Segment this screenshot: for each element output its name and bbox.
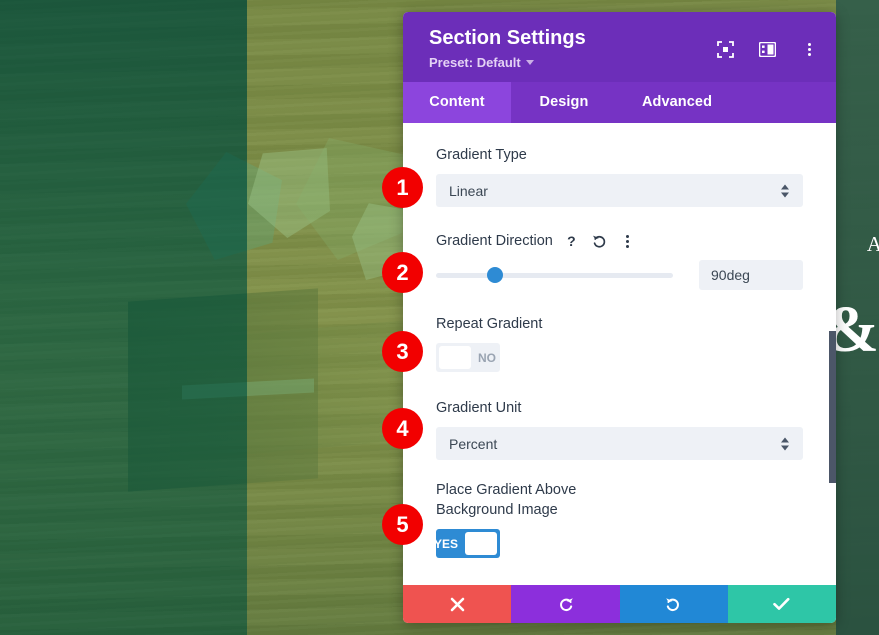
- field-gradient-direction: Gradient Direction ? 90deg: [436, 231, 803, 290]
- gradient-overlay-left: [0, 0, 247, 635]
- focus-target-icon[interactable]: [716, 40, 734, 58]
- modal-footer: [403, 585, 836, 623]
- gradient-type-select[interactable]: Linear: [436, 174, 803, 207]
- gradient-unit-label: Gradient Unit: [436, 400, 522, 416]
- gradient-unit-value: Percent: [449, 435, 498, 452]
- field-gradient-unit: Gradient Unit Percent: [436, 398, 803, 460]
- tab-advanced[interactable]: Advanced: [617, 82, 737, 123]
- preset-selector[interactable]: Preset: Default: [429, 55, 534, 70]
- field-place-gradient-above: Place Gradient Above Background Image YE…: [434, 480, 803, 558]
- background-right-panel: [836, 0, 879, 635]
- step-badge-1: 1: [382, 167, 423, 208]
- gradient-unit-select[interactable]: Percent: [436, 427, 803, 460]
- gradient-type-label: Gradient Type: [436, 147, 527, 163]
- place-gradient-above-state: YES: [433, 536, 458, 551]
- preset-label: Preset: Default: [429, 55, 521, 70]
- more-options-icon[interactable]: [800, 40, 818, 58]
- redo-button[interactable]: [619, 585, 728, 623]
- undo-icon: [557, 596, 574, 613]
- scrollbar-thumb[interactable]: [829, 331, 836, 483]
- toggle-knob: [465, 532, 497, 555]
- gradient-direction-input[interactable]: 90deg: [699, 260, 803, 290]
- repeat-gradient-label: Repeat Gradient: [436, 316, 543, 332]
- undo-button[interactable]: [511, 585, 620, 623]
- field-repeat-gradient: Repeat Gradient NO: [436, 314, 803, 374]
- field-gradient-type: Gradient Type Linear: [436, 145, 803, 207]
- tab-content[interactable]: Content: [403, 82, 511, 123]
- select-arrows-icon: [781, 184, 789, 197]
- more-options-icon[interactable]: [618, 232, 637, 251]
- step-badge-3: 3: [382, 331, 423, 372]
- reset-icon[interactable]: [590, 232, 609, 251]
- step-badge-2: 2: [382, 252, 423, 293]
- place-gradient-above-label: Place Gradient Above Background Image: [436, 482, 577, 518]
- layout-panel-icon[interactable]: [758, 40, 776, 58]
- gradient-direction-slider[interactable]: [436, 264, 673, 286]
- toggle-knob: [439, 346, 471, 369]
- gradient-direction-slider-row: 90deg: [436, 260, 803, 290]
- slider-track: [436, 272, 673, 278]
- gradient-direction-value: 90deg: [711, 267, 750, 283]
- modal-header-actions: [716, 40, 818, 58]
- modal-body: Gradient Type Linear Gradient Direction …: [403, 123, 836, 585]
- modal-header: Section Settings Preset: Default: [403, 12, 836, 82]
- tab-design[interactable]: Design: [511, 82, 617, 123]
- step-badge-4: 4: [382, 408, 423, 449]
- select-arrows-icon: [781, 437, 789, 450]
- section-settings-modal: Section Settings Preset: Default Content…: [403, 12, 836, 623]
- redo-icon: [665, 596, 682, 613]
- modal-scrollbar[interactable]: [829, 123, 836, 585]
- more-options-dots: [807, 40, 811, 58]
- slider-thumb[interactable]: [487, 267, 504, 283]
- save-button[interactable]: [727, 585, 836, 623]
- close-icon: [450, 597, 465, 612]
- chevron-down-icon: [525, 60, 534, 65]
- gradient-direction-label: Gradient Direction: [436, 233, 553, 249]
- place-gradient-above-toggle[interactable]: YES: [434, 529, 500, 558]
- repeat-gradient-toggle[interactable]: NO: [436, 343, 500, 372]
- cancel-button[interactable]: [403, 585, 512, 623]
- gradient-direction-label-row: Gradient Direction ?: [436, 231, 803, 251]
- help-icon[interactable]: ?: [562, 232, 581, 251]
- repeat-gradient-state: NO: [478, 350, 496, 365]
- step-badge-5: 5: [382, 504, 423, 545]
- gradient-type-value: Linear: [449, 182, 488, 199]
- modal-tabs: Content Design Advanced: [403, 82, 836, 123]
- check-icon: [773, 597, 790, 611]
